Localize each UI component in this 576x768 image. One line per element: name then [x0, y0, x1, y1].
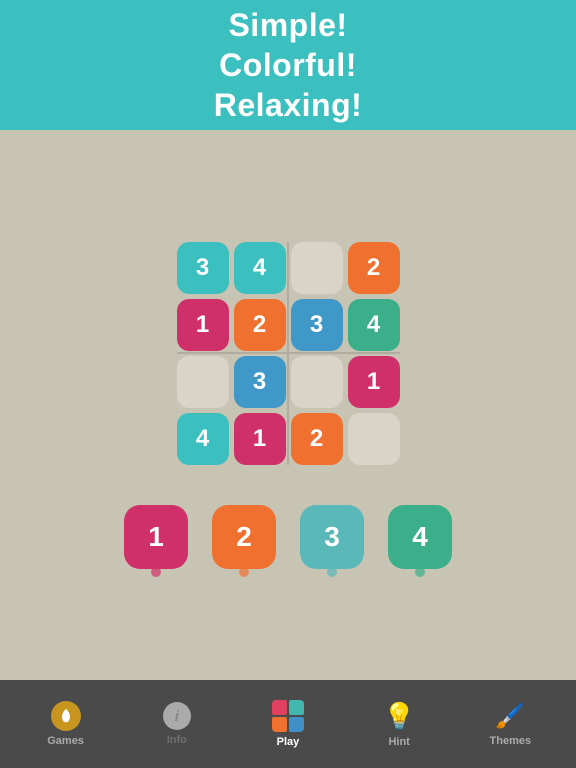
main-content: 3 4 2 1 2 3 4 3 1 4 1 2 1 2 3 4 [0, 130, 576, 680]
themes-icon: 🖌️ [495, 702, 525, 731]
grid-cell-14[interactable]: 2 [291, 413, 343, 465]
grid-cell-13[interactable]: 1 [234, 413, 286, 465]
tab-bar: Games i Info Play 💡 Hint 🖌️ Themes [0, 680, 576, 768]
grid-cell-1[interactable]: 4 [234, 242, 286, 294]
tab-themes-label: Themes [490, 735, 532, 747]
tab-info-label: Info [167, 734, 187, 746]
grid-cell-15[interactable] [348, 413, 400, 465]
tile-4[interactable]: 4 [388, 505, 452, 569]
grid-cell-0[interactable]: 3 [177, 242, 229, 294]
number-tiles-row: 1 2 3 4 [124, 505, 452, 569]
grid-cell-11[interactable]: 1 [348, 356, 400, 408]
grid-cell-10[interactable] [291, 356, 343, 408]
info-icon: i [163, 702, 191, 730]
grid-cell-12[interactable]: 4 [177, 413, 229, 465]
grid-cell-7[interactable]: 4 [348, 299, 400, 351]
header: Simple! Colorful! Relaxing! [0, 0, 576, 130]
grid-cell-2[interactable] [291, 242, 343, 294]
tile-2[interactable]: 2 [212, 505, 276, 569]
grid-cell-8[interactable] [177, 356, 229, 408]
header-text: Simple! Colorful! Relaxing! [214, 5, 363, 125]
header-line1: Simple! [214, 5, 363, 45]
header-line2: Colorful! [214, 45, 363, 85]
grid-cell-3[interactable]: 2 [348, 242, 400, 294]
tab-play[interactable]: Play [248, 700, 328, 748]
tab-play-label: Play [277, 736, 300, 748]
tab-themes[interactable]: 🖌️ Themes [470, 702, 550, 747]
hint-icon: 💡 [383, 701, 415, 732]
grid-cell-9[interactable]: 3 [234, 356, 286, 408]
games-icon [51, 701, 81, 731]
grid-cell-6[interactable]: 3 [291, 299, 343, 351]
tile-1[interactable]: 1 [124, 505, 188, 569]
play-icon [272, 700, 304, 732]
header-line3: Relaxing! [214, 85, 363, 125]
puzzle-grid[interactable]: 3 4 2 1 2 3 4 3 1 4 1 2 [177, 242, 400, 465]
tab-games[interactable]: Games [26, 701, 106, 747]
tile-3[interactable]: 3 [300, 505, 364, 569]
tab-games-label: Games [47, 735, 84, 747]
grid-cell-5[interactable]: 2 [234, 299, 286, 351]
tab-info[interactable]: i Info [137, 702, 217, 746]
tab-hint[interactable]: 💡 Hint [359, 701, 439, 748]
grid-cell-4[interactable]: 1 [177, 299, 229, 351]
tab-hint-label: Hint [388, 736, 409, 748]
